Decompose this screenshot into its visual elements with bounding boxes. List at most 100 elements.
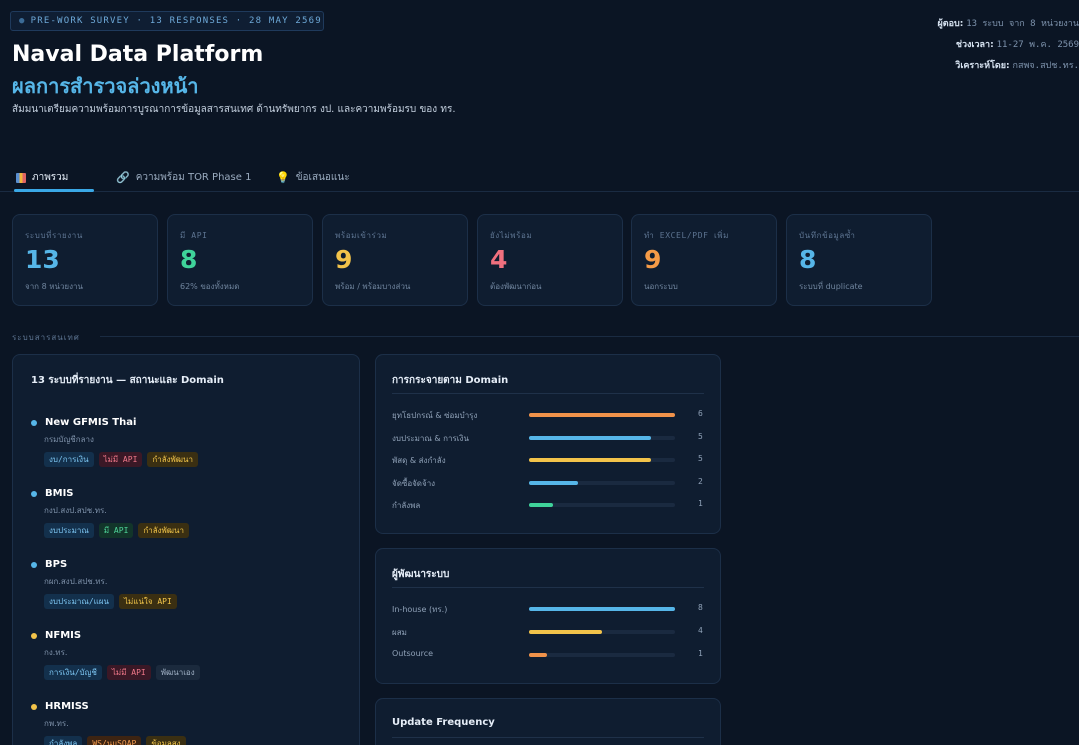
stat-value: 13 <box>25 245 60 274</box>
survey-tag: ● PRE-WORK SURVEY · 13 RESPONSES · 28 MA… <box>10 11 324 31</box>
stat-label: บันทึกข้อมูลซ้ำ <box>799 231 856 240</box>
system-org: กผก.สงป.สปช.ทร. <box>44 577 108 586</box>
panel-divider <box>392 587 704 588</box>
meta-respondents-label: ผู้ตอบ: <box>937 19 964 29</box>
section-label: ระบบสารสนเทศ <box>12 333 80 342</box>
update-frequency-panel: Update Frequency <box>375 698 721 745</box>
bar-row: จัดซื้อจัดจ้าง 2 <box>392 477 708 491</box>
api-tag: ไม่มี API <box>106 665 151 680</box>
developer-panel: ผู้พัฒนาระบบ In-house (ทร.) 8 ผสม 4 Outsourc… <box>375 548 721 684</box>
tab-tor-readiness-label: ความพร้อม TOR Phase 1 <box>135 172 252 183</box>
api-tag: WS/นuSOAP <box>87 736 142 745</box>
stat-label: ระบบที่รายงาน <box>25 231 83 240</box>
bar-track <box>529 435 675 440</box>
meta-respondents: ผู้ตอบ: 13 ระบบ จาก 8 หน่วยงาน <box>889 14 1079 35</box>
meta-respondents-value: 13 ระบบ จาก 8 หน่วยงาน <box>966 19 1079 29</box>
bar-track <box>529 607 675 611</box>
bullet-icon: ● <box>19 16 26 26</box>
bar-fill <box>529 480 578 485</box>
tab-recommendations-label: ข้อเสนอแนะ <box>295 172 350 183</box>
tab-overview[interactable]: ภาพรวม <box>16 170 68 185</box>
tab-bar: ภาพรวม 🔗 ความพร้อม TOR Phase 1 💡 ข้อเสนอ… <box>0 160 1079 192</box>
bar-label: ยุทโธปกรณ์ & ซ่อมบำรุง <box>392 411 478 420</box>
survey-meta: ผู้ตอบ: 13 ระบบ จาก 8 หน่วยงาน ช่วงเวลา:… <box>889 14 1079 77</box>
stat-value: 8 <box>180 245 198 274</box>
bar-label: จัดซื้อจัดจ้าง <box>392 478 436 488</box>
bar-track <box>529 458 675 462</box>
status-dot-icon <box>31 703 37 710</box>
bar-value: 8 <box>698 603 703 612</box>
tab-recommendations[interactable]: 💡 ข้อเสนอแนะ <box>276 170 350 185</box>
stat-card-duplicate: บันทึกข้อมูลซ้ำ 8 ระบบที่ duplicate <box>786 214 932 306</box>
stat-sub: 62% ของทั้งหมด <box>180 282 240 291</box>
domain-tag: กำลังพล <box>44 736 83 745</box>
stat-value: 8 <box>799 245 817 274</box>
list-item[interactable]: NFMIS กง.ทร. การเงิน/บัญชี ไม่มี API พัฒ… <box>31 630 200 680</box>
system-name: New GFMIS Thai <box>45 417 137 428</box>
bar-value: 5 <box>698 431 703 441</box>
domain-tag: งบประมาณ <box>44 523 94 538</box>
bar-track <box>529 503 675 507</box>
system-name: BPS <box>45 559 68 570</box>
list-item[interactable]: HRMISS กพ.ทร. กำลังพล WS/นuSOAP ข้อมูลสู… <box>31 701 186 745</box>
bar-label: พัสดุ & ส่งกำลัง <box>392 456 446 465</box>
meta-period-value: 11-27 พ.ค. 2569 <box>996 40 1079 50</box>
bar-value: 6 <box>698 409 703 418</box>
domain-tag: งบประมาณ/แผน <box>44 594 114 609</box>
bar-row: กำลังพล 1 <box>392 499 708 513</box>
meta-analyzed-label: วิเคราะห์โดย: <box>955 61 1010 71</box>
status-tag: กำลังพัฒนา <box>147 452 198 467</box>
api-tag: มี API <box>98 523 134 538</box>
system-name: BMIS <box>45 488 74 499</box>
frequency-panel-title: Update Frequency <box>392 717 495 728</box>
stat-card-not-ready: ยังไม่พร้อม 4 ต้องพัฒนาก่อน <box>477 214 623 306</box>
bar-fill <box>529 435 651 440</box>
api-tag: ไม่มี API <box>98 452 143 467</box>
bar-row: Outsource 1 <box>392 649 708 663</box>
page-description: สัมมนาเตรียมความพร้อมการบูรณาการข้อมูลสา… <box>12 104 456 115</box>
system-name: HRMISS <box>45 701 89 712</box>
domain-panel-title: การกระจายตาม Domain <box>392 375 509 386</box>
bar-fill <box>529 458 651 462</box>
domain-tag: การเงิน/บัญชี <box>44 665 102 680</box>
bar-row: ผสม 4 <box>392 626 708 640</box>
system-org: กพ.ทร. <box>44 719 69 728</box>
bar-row: ยุทโธปกรณ์ & ซ่อมบำรุง 6 <box>392 409 708 423</box>
stat-value: 4 <box>490 245 508 274</box>
bar-fill <box>529 653 548 657</box>
list-item[interactable]: BMIS กงป.สงป.สปช.ทร. งบประมาณ มี API กำล… <box>31 488 189 538</box>
domain-distribution-panel: การกระจายตาม Domain ยุทโธปกรณ์ & ซ่อมบำร… <box>375 354 721 534</box>
stat-card-excel-pdf: ทำ EXCEL/PDF เพิ่ม 9 นอกระบบ <box>631 214 777 306</box>
list-item[interactable]: New GFMIS Thai กรมบัญชีกลาง งบ/การเงิน ไ… <box>31 417 198 467</box>
stat-value: 9 <box>644 245 662 274</box>
stat-label: มี API <box>180 231 208 240</box>
stat-card-ready: พร้อมเข้าร่วม 9 พร้อม / พร้อมบางส่วน <box>322 214 468 306</box>
tab-tor-readiness[interactable]: 🔗 ความพร้อม TOR Phase 1 <box>116 170 251 185</box>
bar-label: กำลังพล <box>392 501 421 510</box>
bar-fill <box>529 413 675 417</box>
stat-label: ยังไม่พร้อม <box>490 231 533 240</box>
bar-value: 4 <box>698 626 703 635</box>
bar-row: พัสดุ & ส่งกำลัง 5 <box>392 454 708 468</box>
panel-divider <box>392 737 704 738</box>
meta-analyzed: วิเคราะห์โดย: กสพจ.สปช.ทร. <box>889 56 1079 77</box>
status-tag: กำลังพัฒนา <box>138 523 189 538</box>
survey-tag-text: PRE-WORK SURVEY · 13 RESPONSES · 28 MAY … <box>30 16 322 26</box>
bar-row: In-house (ทร.) 8 <box>392 603 708 617</box>
stat-sub: ระบบที่ duplicate <box>799 282 863 291</box>
meta-period: ช่วงเวลา: 11-27 พ.ค. 2569 <box>889 35 1079 56</box>
bar-fill <box>529 630 602 634</box>
status-dot-icon <box>31 632 37 639</box>
active-tab-indicator <box>14 189 94 192</box>
link-icon: 🔗 <box>116 171 130 184</box>
lightbulb-icon: 💡 <box>276 171 290 184</box>
system-org: กรมบัญชีกลาง <box>44 435 94 444</box>
page-subtitle: ผลการสำรวจล่วงหน้า <box>12 74 199 98</box>
stat-sub: นอกระบบ <box>644 282 678 291</box>
developer-panel-title: ผู้พัฒนาระบบ <box>392 569 450 580</box>
systems-panel: 13 ระบบที่รายงาน — สถานะและ Domain New G… <box>12 354 360 745</box>
bar-label: งบประมาณ & การเงิน <box>392 433 469 443</box>
list-item[interactable]: BPS กผก.สงป.สปช.ทร. งบประมาณ/แผน ไม่แน่ใ… <box>31 559 177 609</box>
meta-analyzed-value: กสพจ.สปช.ทร. <box>1012 61 1079 71</box>
bar-track <box>529 480 675 485</box>
